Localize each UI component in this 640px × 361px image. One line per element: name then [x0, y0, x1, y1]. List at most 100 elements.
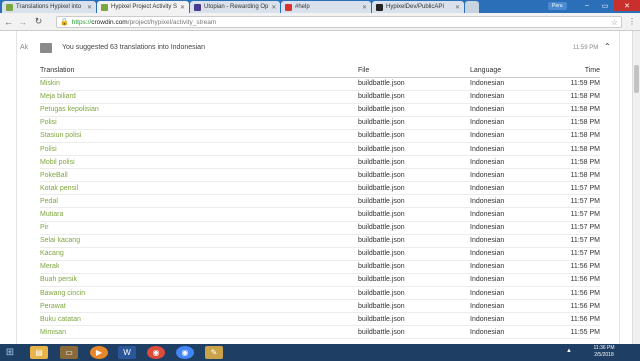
language-cell: Indonesian [470, 286, 560, 301]
translation-cell[interactable]: Perawat [40, 299, 358, 314]
file-cell: buildbattle.json [358, 129, 470, 143]
close-icon[interactable]: ✕ [271, 4, 276, 11]
maximize-icon[interactable]: ▭ [596, 0, 614, 11]
language-cell: Indonesian [470, 181, 560, 196]
table-row: Buah persik buildbattle.json Indonesian 11:… [40, 273, 600, 288]
table-row: Mimisan buildbattle.json Indonesian 11:55 P… [40, 325, 600, 340]
new-tab-button[interactable] [465, 1, 479, 13]
column-header-time: Time [560, 65, 600, 78]
collapse-chevron-icon[interactable]: ⌃ [604, 42, 611, 51]
user-initials: Ak [20, 44, 29, 51]
table-row: Petugas kepolisian buildbattle.json Indone… [40, 103, 600, 117]
translation-cell[interactable]: Kacang [40, 247, 358, 261]
activity-time: 11:59 PM [573, 45, 599, 51]
time-cell: 11:57 PM [560, 194, 600, 209]
translation-cell[interactable]: Petugas kepolisian [40, 103, 358, 117]
table-row: Pir buildbattle.json Indonesian 11:57 PM [40, 221, 600, 235]
language-cell: Indonesian [470, 194, 560, 209]
lock-icon: 🔒 [60, 19, 69, 26]
page-scrollbar[interactable] [632, 31, 640, 344]
windows-start-icon[interactable]: ⊞ [1, 346, 19, 359]
language-cell: Indonesian [470, 299, 560, 314]
tab-activity-stream[interactable]: Hypixel Project Activity S ✕ [97, 1, 189, 13]
word-icon[interactable]: W [118, 346, 136, 359]
close-icon[interactable]: ✕ [180, 4, 185, 11]
bookmark-star-icon[interactable]: ☆ [611, 18, 618, 27]
paint-icon[interactable]: ✎ [205, 346, 223, 359]
table-row: Miskin buildbattle.json Indonesian 11:59 PM [40, 77, 600, 91]
folder-icon[interactable]: ▭ [60, 346, 78, 359]
language-cell: Indonesian [470, 273, 560, 288]
close-icon[interactable]: ✕ [455, 4, 460, 11]
translation-cell[interactable]: Selai kacang [40, 234, 358, 248]
translation-cell[interactable]: Miskin [40, 77, 358, 91]
browser-menu-icon[interactable]: ⋮ [628, 17, 636, 26]
time-cell: 11:57 PM [560, 207, 600, 222]
translation-cell[interactable]: Bawang cincin [40, 286, 358, 301]
time-cell: 11:58 PM [560, 116, 600, 130]
chrome-icon[interactable]: ◉ [176, 346, 194, 359]
time-cell: 11:56 PM [560, 286, 600, 301]
tab-utopian[interactable]: Utopian - Rewarding Op ✕ [190, 1, 280, 13]
time-cell: 11:55 PM [560, 325, 600, 340]
close-window-icon[interactable]: ✕ [614, 0, 640, 11]
minimize-icon[interactable]: – [578, 0, 596, 11]
tray-expand-icon[interactable]: ▲ [566, 348, 572, 354]
scrollbar-thumb[interactable] [634, 65, 639, 93]
column-header-file: File [358, 65, 470, 78]
file-cell: buildbattle.json [358, 168, 470, 183]
reload-icon[interactable]: ↻ [33, 16, 44, 27]
time-cell: 11:58 PM [560, 90, 600, 104]
user-badge[interactable]: Peru [548, 2, 567, 10]
close-icon[interactable]: ✕ [362, 4, 367, 11]
time-cell: 11:57 PM [560, 181, 600, 196]
translation-cell[interactable]: Meja biliard [40, 90, 358, 104]
translation-cell[interactable]: Merak [40, 260, 358, 274]
language-cell: Indonesian [470, 103, 560, 117]
time-cell: 11:58 PM [560, 168, 600, 183]
file-cell: buildbattle.json [358, 299, 470, 314]
time-cell: 11:56 PM [560, 273, 600, 288]
chrome-icon[interactable]: ◉ [147, 346, 165, 359]
media-player-icon[interactable]: ▶ [90, 346, 108, 359]
tab-github[interactable]: HypixelDev/PublicAPI ✕ [372, 1, 464, 13]
back-arrow-icon[interactable]: ← [3, 16, 14, 27]
translation-cell[interactable]: Mutiara [40, 207, 358, 222]
translation-cell[interactable]: Polisi [40, 116, 358, 130]
translation-cell[interactable]: Mobil polisi [40, 155, 358, 170]
translation-cell[interactable]: Pedal [40, 194, 358, 209]
file-cell: buildbattle.json [358, 221, 470, 235]
translation-cell[interactable]: Pir [40, 221, 358, 235]
tab-help[interactable]: #help ✕ [281, 1, 371, 13]
address-bar[interactable]: 🔒 https://crowdin.com/project/hypixel/ac… [56, 16, 622, 28]
file-cell: buildbattle.json [358, 234, 470, 248]
time-cell: 11:58 PM [560, 129, 600, 143]
clock-date: 2/5/2018 [594, 352, 614, 358]
file-cell: buildbattle.json [358, 77, 470, 91]
translation-cell[interactable]: PokeBall [40, 168, 358, 183]
windows-explorer-icon[interactable]: ▤ [30, 346, 48, 359]
translation-cell[interactable]: Stasiun polisi [40, 129, 358, 143]
file-cell: buildbattle.json [358, 286, 470, 301]
translation-cell[interactable]: Buku catatan [40, 312, 358, 327]
time-cell: 11:57 PM [560, 221, 600, 235]
tab-label: HypixelDev/PublicAPI [386, 4, 445, 10]
crowdin-icon [6, 3, 13, 11]
time-cell: 11:58 PM [560, 155, 600, 170]
system-clock[interactable]: 11:36 PM 2/5/2018 [585, 345, 623, 359]
chat-icon [285, 3, 292, 11]
close-icon[interactable]: ✕ [87, 4, 92, 11]
translation-cell[interactable]: Polisi [40, 142, 358, 157]
url-host: crowdin.com [91, 18, 128, 26]
file-cell: buildbattle.json [358, 103, 470, 117]
forward-arrow-icon[interactable]: → [17, 16, 28, 27]
table-row: Kacang buildbattle.json Indonesian 11:57 PM [40, 247, 600, 261]
tab-translations[interactable]: Translations Hypixel into ✕ [2, 1, 96, 13]
language-cell: Indonesian [470, 247, 560, 261]
translation-cell[interactable]: Mimisan [40, 325, 358, 340]
language-cell: Indonesian [470, 234, 560, 248]
translations-table: Translation File Language Time Miskin bui… [40, 65, 600, 340]
avatar [40, 43, 52, 53]
translation-cell[interactable]: Kotak pensil [40, 181, 358, 196]
translation-cell[interactable]: Buah persik [40, 273, 358, 288]
